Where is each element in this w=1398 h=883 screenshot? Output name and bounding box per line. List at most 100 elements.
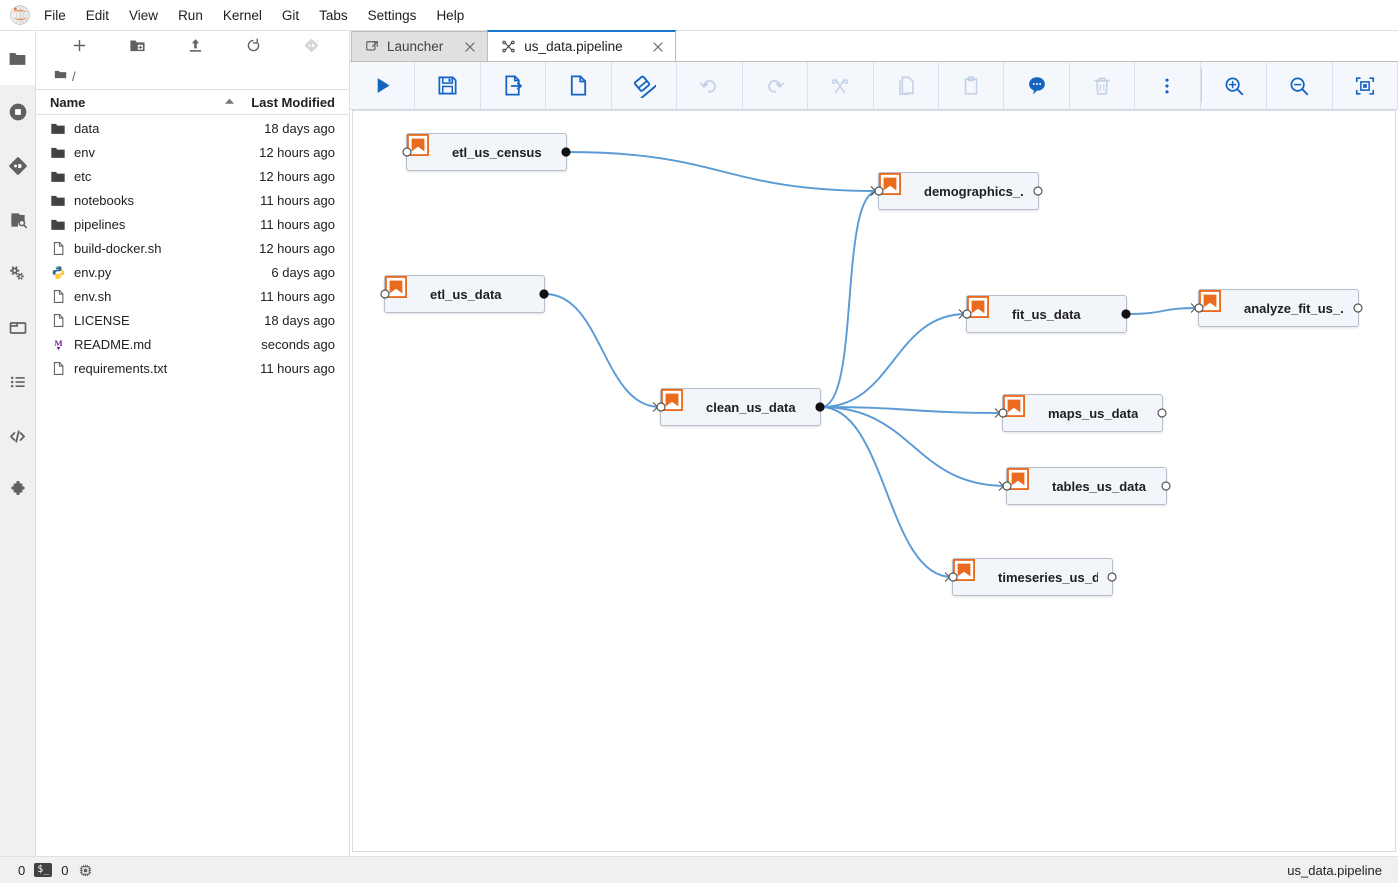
column-header-name[interactable]: Name (36, 95, 245, 110)
tab-launcher[interactable]: Launcher (351, 31, 489, 61)
kernel-count[interactable]: 0 (18, 863, 25, 878)
menu-run[interactable]: Run (168, 0, 213, 31)
pipeline-edge[interactable] (820, 190, 879, 408)
sidebar-item-document-search[interactable] (0, 193, 35, 247)
node-input-port[interactable] (997, 407, 1009, 419)
node-output-port[interactable] (1352, 302, 1364, 314)
node-input-port[interactable] (947, 571, 959, 583)
file-list-item[interactable]: M README.md seconds ago (36, 332, 349, 356)
file-list-item[interactable]: env.sh 11 hours ago (36, 284, 349, 308)
pipeline-edge[interactable] (1126, 307, 1199, 315)
sidebar-item-property-inspector[interactable] (0, 247, 35, 301)
pipeline-canvas[interactable]: etl_us_census demographics_... etl_us_data… (352, 110, 1396, 852)
node-input-port[interactable] (379, 288, 391, 300)
pipeline-node[interactable]: maps_us_data (998, 394, 1167, 432)
pipeline-node[interactable]: analyze_fit_us_... (1194, 289, 1363, 327)
new-launcher-button[interactable] (50, 32, 108, 62)
undo-button (677, 62, 743, 109)
menu-kernel[interactable]: Kernel (213, 0, 272, 31)
node-input-port[interactable] (655, 401, 667, 413)
clear-pipeline-button[interactable] (612, 62, 678, 109)
node-output-port[interactable] (560, 146, 572, 158)
node-input-port[interactable] (961, 308, 973, 320)
file-list-item[interactable]: env.py 6 days ago (36, 260, 349, 284)
zoom-out-button[interactable] (1267, 62, 1333, 109)
sidebar-item-git[interactable] (0, 139, 35, 193)
pipeline-node[interactable]: etl_us_census (402, 133, 571, 171)
add-comment-button[interactable] (1004, 62, 1070, 109)
file-list-item[interactable]: LICENSE 18 days ago (36, 308, 349, 332)
jupyterlab-window: File Edit View Run Kernel Git Tabs Settings Help… (0, 0, 1398, 883)
node-output-port[interactable] (814, 401, 826, 413)
close-icon[interactable] (461, 38, 479, 56)
save-pipeline-button[interactable] (415, 62, 481, 109)
menu-tabs[interactable]: Tabs (309, 0, 358, 31)
pipeline-edge[interactable] (544, 293, 661, 408)
file-list-item[interactable]: data 18 days ago (36, 116, 349, 140)
node-input-port[interactable] (873, 185, 885, 197)
sidebar-item-file-browser[interactable] (0, 31, 35, 85)
close-icon[interactable] (649, 38, 667, 56)
menu-settings[interactable]: Settings (358, 0, 427, 31)
git-clone-button[interactable] (282, 32, 340, 62)
pipeline-node[interactable]: demographics_... (874, 172, 1043, 210)
menu-view[interactable]: View (119, 0, 168, 31)
node-output-port[interactable] (1156, 407, 1168, 419)
file-list-item[interactable]: requirements.txt 11 hours ago (36, 356, 349, 380)
column-header-last-modified[interactable]: Last Modified (245, 95, 349, 110)
run-pipeline-button[interactable] (350, 62, 416, 109)
refresh-file-list-button[interactable] (224, 32, 282, 62)
node-output-port[interactable] (1160, 480, 1172, 492)
node-output-port[interactable] (1106, 571, 1118, 583)
zoom-to-fit-button[interactable] (1333, 62, 1398, 109)
node-output-port[interactable] (1120, 308, 1132, 320)
menu-help[interactable]: Help (426, 0, 474, 31)
more-options-button[interactable] (1135, 62, 1201, 109)
terminal-icon[interactable]: $_ (34, 863, 53, 877)
jupyter-logo-icon (6, 1, 34, 29)
pipeline-node[interactable]: tables_us_data (1002, 467, 1171, 505)
node-input-port[interactable] (1001, 480, 1013, 492)
node-output-port[interactable] (1032, 185, 1044, 197)
node-output-port[interactable] (538, 288, 550, 300)
terminal-count[interactable]: 0 (61, 863, 68, 878)
sidebar-item-code-snippets[interactable] (0, 409, 35, 463)
sidebar-item-table-of-contents[interactable] (0, 355, 35, 409)
file-list-item[interactable]: env 12 hours ago (36, 140, 349, 164)
upload-files-button[interactable] (166, 32, 224, 62)
sidebar-item-running[interactable] (0, 85, 35, 139)
pipeline-node[interactable]: timeseries_us_d... (948, 558, 1117, 596)
bookmark-icon (1003, 395, 1037, 424)
pipeline-edge[interactable] (566, 151, 879, 192)
bookmark-icon (879, 173, 913, 202)
pipeline-canvas-wrapper: etl_us_census demographics_... etl_us_data… (350, 110, 1398, 856)
file-list-item[interactable]: etc 12 hours ago (36, 164, 349, 188)
export-pipeline-button[interactable] (481, 62, 547, 109)
zoom-in-button[interactable] (1202, 62, 1268, 109)
pipeline-node[interactable]: clean_us_data (656, 388, 825, 426)
node-input-port[interactable] (1193, 302, 1205, 314)
file-list-item[interactable]: pipelines 11 hours ago (36, 212, 349, 236)
file-list-item[interactable]: build-docker.sh 12 hours ago (36, 236, 349, 260)
pipeline-node[interactable]: fit_us_data (962, 295, 1131, 333)
new-folder-button[interactable] (108, 32, 166, 62)
sidebar-item-file-manager[interactable] (0, 301, 35, 355)
node-input-port[interactable] (401, 146, 413, 158)
tab-us-data-pipeline[interactable]: us_data.pipeline (487, 30, 676, 61)
pipeline-edge[interactable] (820, 406, 953, 578)
copy-button (874, 62, 939, 109)
breadcrumb[interactable]: / (36, 63, 349, 89)
menu-file[interactable]: File (34, 0, 76, 31)
menu-edit[interactable]: Edit (76, 0, 119, 31)
file-icon (36, 313, 66, 328)
menu-git[interactable]: Git (272, 0, 309, 31)
sidebar-item-extension-manager[interactable] (0, 463, 35, 517)
new-pipeline-button[interactable] (546, 62, 612, 109)
delete-icon (1091, 75, 1113, 97)
file-name: etc (74, 168, 92, 184)
export-icon (502, 74, 525, 97)
save-icon (436, 74, 459, 97)
cpu-icon[interactable] (78, 863, 93, 878)
file-list-item[interactable]: notebooks 11 hours ago (36, 188, 349, 212)
pipeline-node[interactable]: etl_us_data (380, 275, 549, 313)
